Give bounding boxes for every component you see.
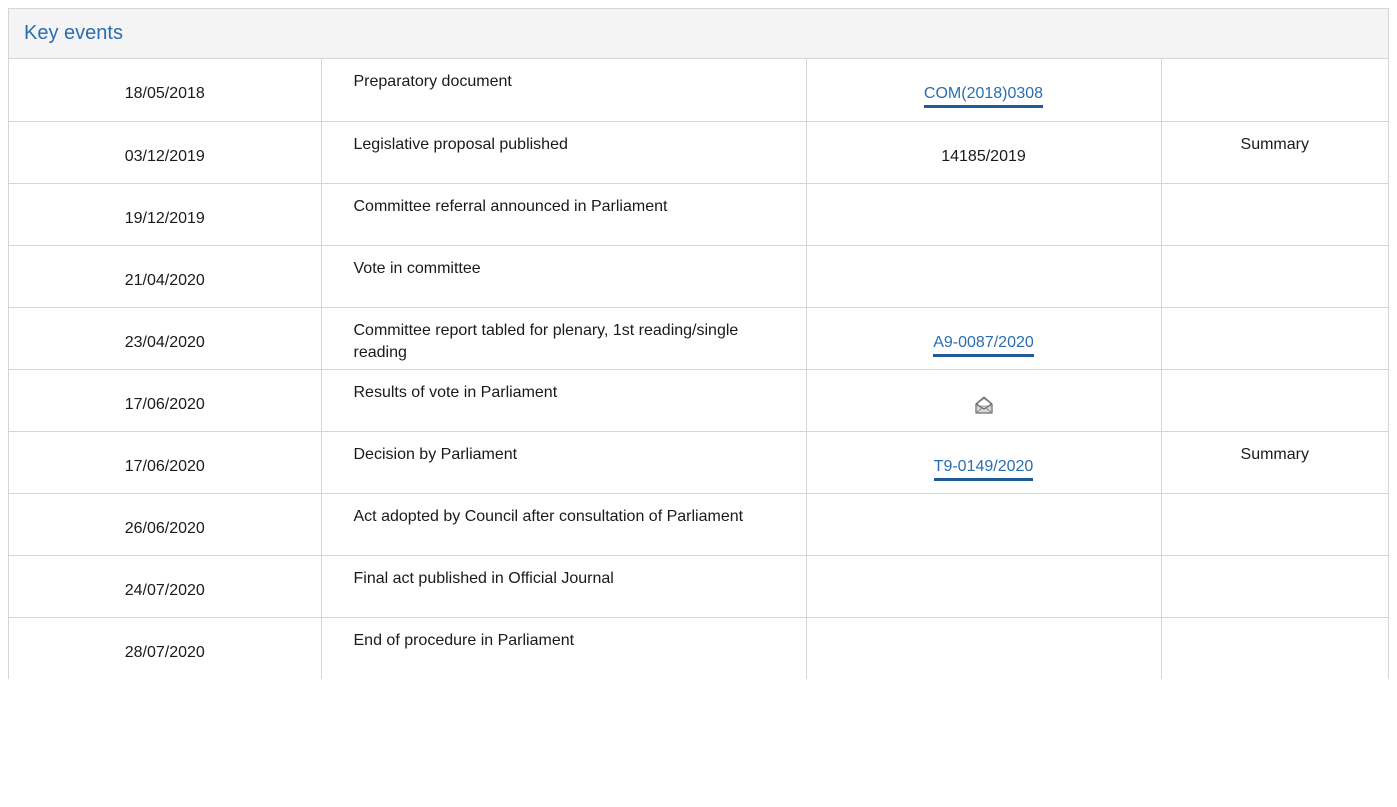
event-summary [1161,245,1388,308]
event-description: End of procedure in Parliament [321,617,807,679]
event-description: Vote in committee [321,245,807,308]
event-date: 19/12/2019 [9,183,322,246]
table-row: 26/06/2020 Act adopted by Council after … [9,493,1388,556]
table-row: 23/04/2020 Committee report tabled for p… [9,307,1388,370]
event-summary [1161,59,1388,122]
envelope-icon[interactable] [973,394,995,416]
event-description: Decision by Parliament [321,431,807,494]
event-date: 24/07/2020 [9,555,322,618]
event-summary [1161,369,1388,432]
event-date: 17/06/2020 [9,431,322,494]
event-date: 18/05/2018 [9,59,322,122]
event-summary [1161,493,1388,556]
summary-link[interactable]: Summary [1241,136,1309,153]
event-description: Preparatory document [321,59,807,122]
summary-link[interactable]: Summary [1241,446,1309,463]
table-row: 17/06/2020 Decision by Parliament T9-014… [9,431,1388,494]
key-events-panel: Key events 18/05/2018 Preparatory docume… [8,8,1389,679]
event-description: Final act published in Official Journal [321,555,807,618]
event-document [806,183,1162,246]
event-summary: Summary [1161,121,1388,184]
event-date: 23/04/2020 [9,307,322,370]
table-row: 24/07/2020 Final act published in Offici… [9,555,1388,618]
event-date: 28/07/2020 [9,617,322,679]
key-events-table: 18/05/2018 Preparatory document COM(2018… [9,59,1388,679]
table-row: 17/06/2020 Results of vote in Parliament [9,369,1388,432]
event-document: T9-0149/2020 [806,431,1162,494]
event-summary [1161,307,1388,370]
event-document [806,555,1162,618]
event-document [806,245,1162,308]
event-description: Committee report tabled for plenary, 1st… [321,307,807,370]
event-document: 14185/2019 [806,121,1162,184]
table-row: 19/12/2019 Committee referral announced … [9,183,1388,246]
event-description: Committee referral announced in Parliame… [321,183,807,246]
event-document: A9-0087/2020 [806,307,1162,370]
panel-title: Key events [24,22,123,44]
event-document [806,493,1162,556]
event-document [806,369,1162,432]
table-row: 28/07/2020 End of procedure in Parliamen… [9,617,1388,679]
table-row: 21/04/2020 Vote in committee [9,245,1388,308]
event-document [806,617,1162,679]
event-date: 21/04/2020 [9,245,322,308]
panel-header: Key events [9,9,1388,59]
table-row: 03/12/2019 Legislative proposal publishe… [9,121,1388,184]
event-summary: Summary [1161,431,1388,494]
event-description: Legislative proposal published [321,121,807,184]
event-description: Act adopted by Council after consultatio… [321,493,807,556]
event-date: 17/06/2020 [9,369,322,432]
event-date: 26/06/2020 [9,493,322,556]
document-link[interactable]: COM(2018)0308 [923,85,1044,108]
event-summary [1161,555,1388,618]
table-row: 18/05/2018 Preparatory document COM(2018… [9,59,1388,122]
event-summary [1161,183,1388,246]
event-summary [1161,617,1388,679]
event-date: 03/12/2019 [9,121,322,184]
document-link[interactable]: A9-0087/2020 [933,333,1034,357]
event-document: COM(2018)0308 [806,59,1162,122]
document-link[interactable]: T9-0149/2020 [933,457,1034,481]
event-description: Results of vote in Parliament [321,369,807,432]
document-reference: 14185/2019 [941,147,1026,165]
